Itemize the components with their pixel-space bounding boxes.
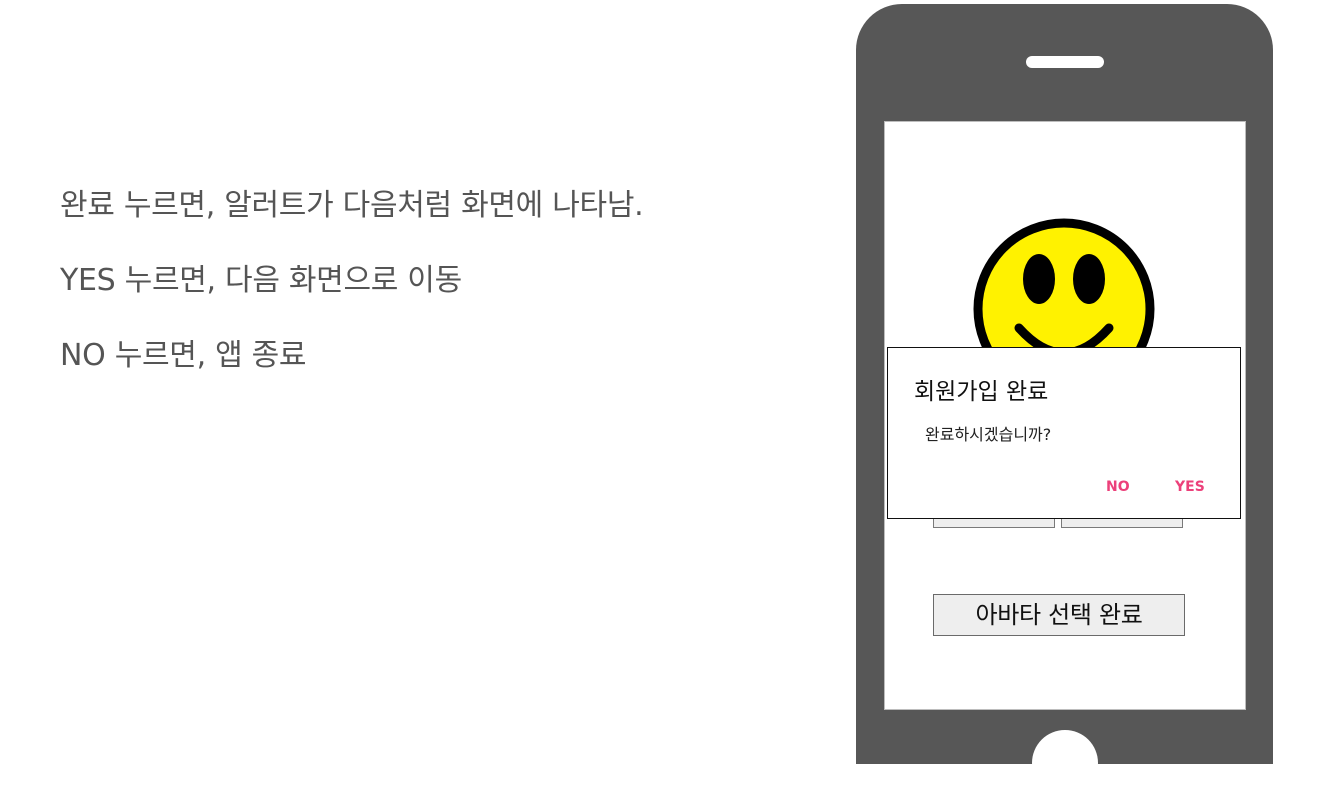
phone-home-button — [1032, 730, 1098, 796]
description-line-3: NO 누르면, 앱 종료 — [60, 338, 307, 373]
signup-complete-dialog: 회원가입 완료 완료하시겠습니까? NO YES — [887, 347, 1241, 519]
dialog-no-button[interactable]: NO — [1106, 479, 1130, 495]
dialog-title: 회원가입 완료 — [914, 379, 1049, 405]
dialog-yes-button[interactable]: YES — [1175, 479, 1205, 495]
avatar-complete-button[interactable]: 아바타 선택 완료 — [933, 594, 1185, 636]
description-line-1: 완료 누르면, 알러트가 다음처럼 화면에 나타남. — [60, 188, 644, 223]
phone-speaker — [1026, 56, 1104, 68]
description-line-2: YES 누르면, 다음 화면으로 이동 — [60, 263, 462, 298]
dialog-message: 완료하시겠습니까? — [925, 425, 1052, 444]
